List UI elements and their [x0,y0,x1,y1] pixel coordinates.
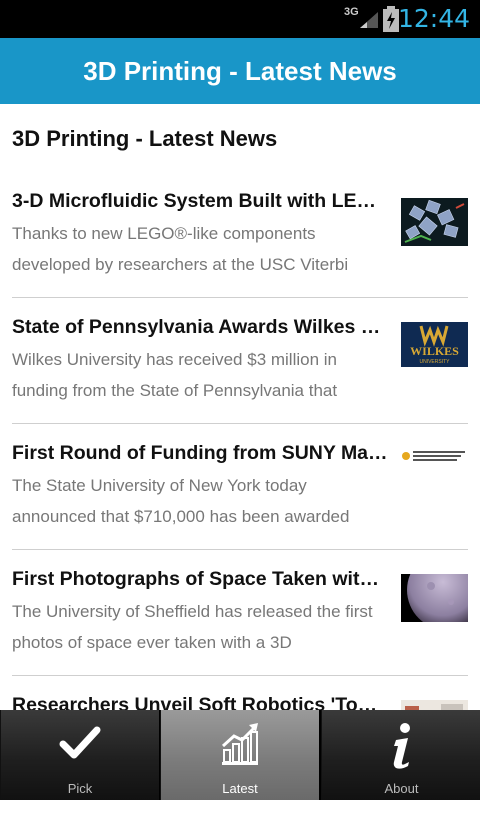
tab-about[interactable]: About [321,710,480,800]
page-heading: 3D Printing - Latest News [12,126,278,151]
article-item[interactable]: First Photographs of Space Taken wit… Th… [12,564,468,690]
wilkes-logo-subtext: UNIVERSITY [419,359,450,365]
clock: 12:44 [397,4,470,33]
article-title: First Photographs of Space Taken wit… [12,568,379,590]
app-title: 3D Printing - Latest News [83,56,397,86]
tab-pick[interactable]: Pick [0,710,159,800]
tab-label: Latest [222,781,258,796]
tab-label: About [384,781,419,796]
article-title: 3-D Microfluidic System Built with LE… [12,190,377,212]
article-description: The University of Sheffield has released… [12,602,373,652]
network-type: 3G [344,6,359,18]
checkmark-icon [1,722,159,770]
tab-label: Pick [67,781,93,796]
article-description: The State University of New York today a… [12,476,350,526]
suny-logo [401,446,468,466]
divider [12,675,468,676]
chart-icon [161,722,319,770]
article-title: State of Pennsylvania Awards Wilkes … [12,316,381,338]
wilkes-logo: WILKES UNIVERSITY [401,322,468,367]
info-icon [322,722,480,770]
bottom-tab-bar: Pick Latest About [0,710,480,800]
status-bar: 3G 12:44 [0,0,480,38]
battery-charging-icon [383,6,399,32]
tab-latest[interactable]: Latest [160,710,319,800]
article-item[interactable]: 3-D Microfluidic System Built with LE… T… [12,186,468,312]
article-description: Thanks to new LEGO®-like components deve… [12,224,349,274]
article-item[interactable]: State of Pennsylvania Awards Wilkes … Wi… [12,312,468,438]
divider [12,549,468,550]
app-bar: 3D Printing - Latest News [0,38,480,104]
signal-icon [360,12,378,28]
article-description: Wilkes University has received $3 millio… [12,350,338,400]
divider [12,423,468,424]
moon-photo [401,574,468,622]
article-item[interactable]: First Round of Funding from SUNY Ma… The… [12,438,468,564]
divider [12,297,468,298]
microfluidic-thumbnail [401,198,468,246]
article-title: First Round of Funding from SUNY Ma… [12,442,388,464]
wilkes-logo-text: WILKES [410,344,459,358]
